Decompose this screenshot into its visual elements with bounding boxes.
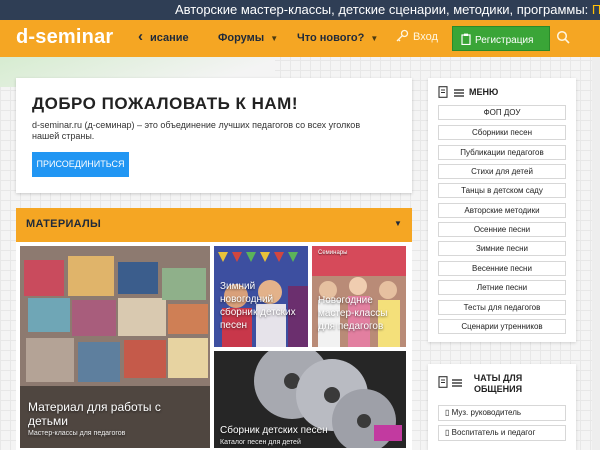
join-button[interactable]: ПРИСОЕДИНИТЬСЯ — [32, 152, 129, 177]
welcome-text: d-seminar.ru (д-семинар) – это объединен… — [32, 120, 361, 141]
material-tile-winter-songs[interactable]: Зимний новогодний сборник детских песен — [214, 246, 308, 347]
page-scrollbar[interactable] — [592, 57, 600, 450]
tile-title: Материал для работы с детьми — [28, 400, 161, 428]
register-button[interactable]: Регистрация — [452, 26, 550, 51]
material-tile-new-year-classes[interactable]: Семинары Новогодние мастер-классы для пе… — [312, 246, 406, 347]
tile-subtitle: Мастер-классы для педагогов — [28, 430, 126, 437]
login-link[interactable]: Вход — [395, 29, 438, 43]
chat-item-label: Воспитатель и педагог — [451, 428, 536, 437]
menu-item-poems[interactable]: Стихи для детей — [438, 164, 566, 179]
hamburger-icon — [453, 89, 464, 97]
clipboard-icon — [461, 33, 471, 46]
chats-title: ЧАТЫ ДЛЯ ОБЩЕНИЯ — [473, 373, 523, 394]
nav-item-partial-label: исание — [150, 32, 189, 44]
sidebar-chats-card: ЧАТЫ ДЛЯ ОБЩЕНИЯ ▯ Муз. руководитель ▯ В… — [428, 364, 576, 450]
menu-item-summer-songs[interactable]: Летние песни — [438, 280, 566, 295]
welcome-card: ДОБРО ПОЖАЛОВАТЬ К НАМ! d-seminar.ru (д-… — [16, 78, 412, 193]
material-tile-work-with-children[interactable]: Материал для работы с детьми Мастер-клас… — [20, 246, 210, 448]
materials-panel: МАТЕРИАЛЫ ▼ Материал для работы с детьми… — [16, 208, 412, 450]
search-icon[interactable] — [556, 30, 570, 49]
chat-item-educator[interactable]: ▯ Воспитатель и педагог — [438, 425, 566, 441]
register-label: Регистрация — [475, 35, 534, 46]
announcement-link[interactable]: Посмотреть — [592, 2, 600, 17]
nav-item-whats-new-label: Что нового? — [297, 32, 365, 44]
tile-subtitle: Каталог песен для детей — [220, 439, 301, 446]
chevron-down-icon: ▼ — [270, 34, 279, 43]
materials-title: МАТЕРИАЛЫ — [26, 218, 102, 230]
menu-item-publications[interactable]: Публикации педагогов — [438, 145, 566, 160]
menu-heading: МЕНЮ — [438, 86, 498, 98]
menu-item-fop[interactable]: ФОП ДОУ — [438, 105, 566, 120]
chat-item-label: Муз. руководитель — [451, 408, 522, 417]
welcome-title: ДОБРО ПОЖАЛОВАТЬ К НАМ! — [32, 94, 298, 113]
material-tile-song-collection[interactable]: Сборник детских песен Каталог песен для … — [214, 351, 406, 448]
login-label: Вход — [413, 31, 438, 43]
site-header: d-seminar ‹ исание Форумы ▼ Что нового? ▼ … — [0, 20, 600, 57]
nav-item-forums[interactable]: Форумы ▼ — [218, 32, 278, 44]
nav-item-whats-new[interactable]: Что нового? ▼ — [297, 32, 378, 44]
chevron-down-icon: ▼ — [394, 219, 402, 228]
nav-prev-chevron-icon[interactable]: ‹ — [138, 28, 143, 45]
chat-bubble-icon: ▯ — [445, 408, 452, 417]
nav-item-forums-label: Форумы — [218, 32, 265, 44]
document-icon — [438, 376, 448, 388]
site-logo[interactable]: d-seminar — [16, 26, 113, 49]
menu-item-song-collections[interactable]: Сборники песен — [438, 125, 566, 140]
announcement-message: Авторские мастер-классы, детские сценари… — [175, 2, 592, 17]
sidebar-menu-card: МЕНЮ ФОП ДОУ Сборники песен Публикации п… — [428, 78, 576, 342]
top-announcement-bar: Авторские мастер-классы, детские сценари… — [0, 0, 600, 20]
menu-item-methods[interactable]: Авторские методики — [438, 203, 566, 218]
tile-title: Зимний новогодний сборник детских песен — [220, 281, 296, 331]
key-icon — [396, 29, 409, 42]
document-icon — [438, 86, 448, 98]
menu-item-winter-songs[interactable]: Зимние песни — [438, 241, 566, 256]
menu-item-tests[interactable]: Тесты для педагогов — [438, 300, 566, 315]
menu-item-spring-songs[interactable]: Весенние песни — [438, 261, 566, 276]
nav-item-partial[interactable]: исание — [150, 32, 189, 44]
tile-title: Новогодние мастер-классы для педагогов — [318, 295, 388, 332]
tile-title: Сборник детских песен — [220, 425, 328, 436]
chevron-down-icon: ▼ — [370, 34, 379, 43]
menu-item-autumn-songs[interactable]: Осенние песни — [438, 222, 566, 237]
materials-header[interactable]: МАТЕРИАЛЫ ▼ — [16, 208, 412, 242]
menu-title: МЕНЮ — [469, 87, 499, 97]
chat-item-music-director[interactable]: ▯ Муз. руководитель — [438, 405, 566, 421]
chat-bubble-icon: ▯ — [445, 428, 452, 437]
announcement-text: Авторские мастер-классы, детские сценари… — [175, 2, 600, 17]
menu-item-scenarios[interactable]: Сценарии утренников — [438, 319, 566, 334]
menu-item-dances[interactable]: Танцы в детском саду — [438, 183, 566, 198]
tile-tag: Семинары — [318, 250, 348, 256]
